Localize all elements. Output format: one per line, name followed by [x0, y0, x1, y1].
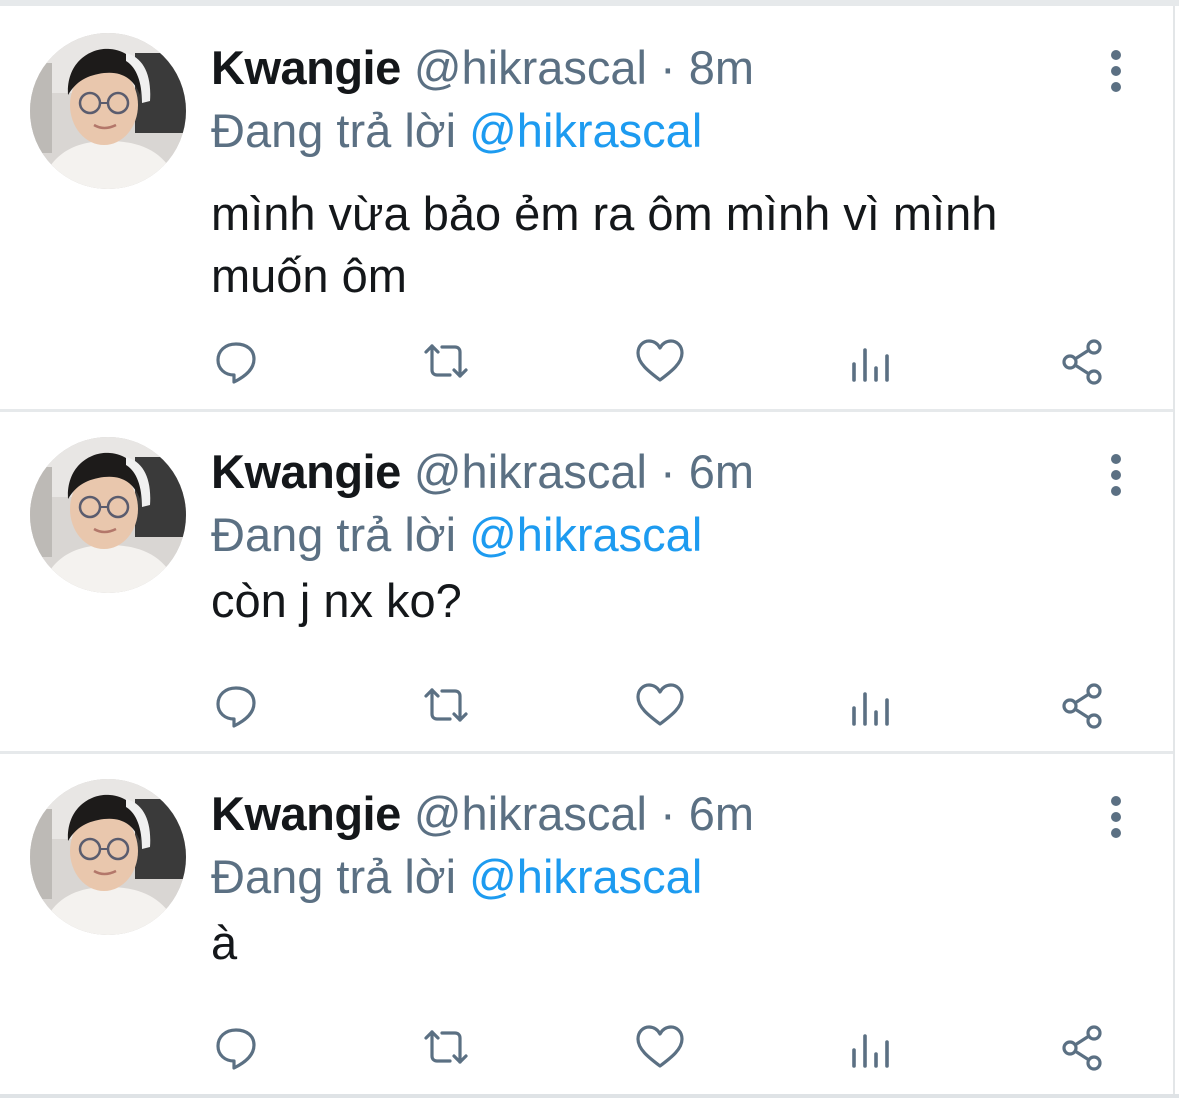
- reply-icon[interactable]: [212, 336, 264, 388]
- replying-to: Đang trả lời @hikrascal: [211, 103, 702, 159]
- display-name[interactable]: Kwangie: [211, 787, 401, 840]
- handle[interactable]: @hikrascal: [414, 787, 647, 840]
- separator: ·: [647, 445, 689, 498]
- tweet-text: à: [211, 916, 238, 969]
- tweet-text: mình vừa bảo ẻm ra ôm mình vì mình muốn …: [211, 187, 998, 302]
- like-icon[interactable]: [634, 680, 686, 732]
- analytics-icon[interactable]: [845, 1022, 897, 1074]
- replying-prefix: Đang trả lời: [211, 508, 470, 561]
- like-icon[interactable]: [634, 1022, 686, 1074]
- analytics-icon[interactable]: [845, 336, 897, 388]
- handle[interactable]: @hikrascal: [414, 445, 647, 498]
- separator: ·: [647, 787, 689, 840]
- handle[interactable]: @hikrascal: [414, 41, 647, 94]
- action-bar: [210, 1022, 1110, 1074]
- avatar[interactable]: [30, 437, 186, 593]
- display-name[interactable]: Kwangie: [211, 445, 401, 498]
- share-icon[interactable]: [1056, 1022, 1108, 1074]
- more-options-icon[interactable]: [1107, 46, 1123, 100]
- reply-icon[interactable]: [212, 680, 264, 732]
- tweet[interactable]: Kwangie @hikrascal · 8m Đang trả lời @hi…: [0, 6, 1173, 410]
- mention-link[interactable]: @hikrascal: [469, 508, 702, 561]
- tweet-header: Kwangie @hikrascal · 6m: [211, 786, 754, 842]
- analytics-icon[interactable]: [845, 680, 897, 732]
- retweet-icon[interactable]: [420, 680, 472, 732]
- timestamp[interactable]: 6m: [689, 445, 754, 498]
- separator: ·: [647, 41, 689, 94]
- action-bar: [210, 336, 1110, 388]
- like-icon[interactable]: [634, 336, 686, 388]
- action-bar: [210, 680, 1110, 732]
- more-options-icon[interactable]: [1107, 792, 1123, 846]
- retweet-icon[interactable]: [420, 336, 472, 388]
- share-icon[interactable]: [1056, 336, 1108, 388]
- reply-icon[interactable]: [212, 1022, 264, 1074]
- replying-to: Đang trả lời @hikrascal: [211, 849, 702, 905]
- share-icon[interactable]: [1056, 680, 1108, 732]
- replying-prefix: Đang trả lời: [211, 850, 470, 903]
- tweet-header: Kwangie @hikrascal · 8m: [211, 40, 754, 96]
- timestamp[interactable]: 6m: [689, 787, 754, 840]
- avatar[interactable]: [30, 779, 186, 935]
- more-options-icon[interactable]: [1107, 450, 1123, 504]
- tweet-header: Kwangie @hikrascal · 6m: [211, 444, 754, 500]
- mention-link[interactable]: @hikrascal: [469, 850, 702, 903]
- timestamp[interactable]: 8m: [689, 41, 754, 94]
- avatar[interactable]: [30, 33, 186, 189]
- retweet-icon[interactable]: [420, 1022, 472, 1074]
- tweet[interactable]: Kwangie @hikrascal · 6m Đang trả lời @hi…: [0, 410, 1173, 752]
- tweet-text: còn j nx ko?: [211, 574, 462, 627]
- display-name[interactable]: Kwangie: [211, 41, 401, 94]
- mention-link[interactable]: @hikrascal: [469, 104, 702, 157]
- tweet[interactable]: Kwangie @hikrascal · 6m Đang trả lời @hi…: [0, 752, 1173, 1094]
- replying-to: Đang trả lời @hikrascal: [211, 507, 702, 563]
- replying-prefix: Đang trả lời: [211, 104, 470, 157]
